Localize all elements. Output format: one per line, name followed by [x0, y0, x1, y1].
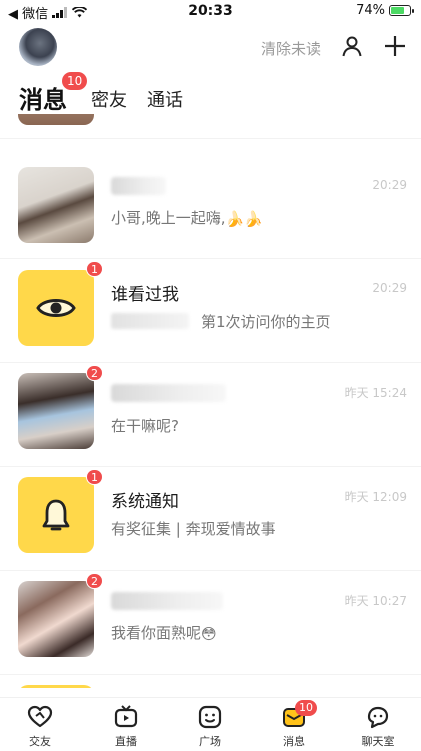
- conversation-list[interactable]: 小哥,晚上一起嗨,🍌🍌 20:29 1 谁看过我 第1次访问你的主页 20:29…: [0, 114, 421, 688]
- unread-badge: 2: [86, 573, 103, 589]
- tab-friends[interactable]: 密友: [91, 86, 127, 112]
- flushed-face-emoji: 😳: [201, 624, 217, 643]
- banana-emoji: 🍌🍌: [225, 209, 263, 228]
- clear-unread-button[interactable]: 清除未读: [261, 38, 321, 59]
- message-preview: 在干嘛呢?: [111, 417, 179, 435]
- status-bar: ◀ 微信 20:33 74%: [0, 0, 421, 22]
- tab-messages[interactable]: 消息: [19, 80, 67, 115]
- contact-avatar: [18, 581, 94, 657]
- nav-messages[interactable]: 10 消息: [264, 700, 324, 749]
- contact-name: 系统通知: [111, 492, 179, 512]
- tab-calls[interactable]: 通话: [147, 86, 183, 112]
- next-item-tile: [18, 685, 94, 688]
- tv-icon: [114, 705, 138, 728]
- nav-messages-badge: 10: [295, 700, 317, 716]
- contact-avatar: [18, 373, 94, 449]
- message-preview: 有奖征集 | 奔现爱情故事: [111, 520, 276, 538]
- list-item[interactable]: [0, 675, 421, 688]
- nav-live[interactable]: 直播: [96, 704, 156, 749]
- list-item[interactable]: 1 系统通知 有奖征集 | 奔现爱情故事 昨天 12:09: [0, 467, 421, 571]
- contact-avatar: [18, 114, 94, 125]
- tab-bar: 消息 10 密友 通话: [0, 72, 421, 114]
- battery-percent: 74%: [356, 3, 385, 18]
- list-item[interactable]: 2 我看你面熟呢😳 昨天 10:27: [0, 571, 421, 675]
- system-notice-tile: [18, 477, 94, 553]
- unread-badge: 2: [86, 365, 103, 381]
- status-bar-right: 74%: [356, 3, 414, 18]
- bell-icon: [42, 499, 70, 531]
- message-time: 20:29: [372, 281, 407, 295]
- nav-label: 直播: [115, 735, 137, 748]
- person-icon[interactable]: [340, 34, 364, 58]
- message-time: 昨天 15:24: [344, 386, 407, 400]
- header: 清除未读: [0, 22, 421, 72]
- message-time: 昨天 10:27: [344, 594, 407, 608]
- contact-name-redacted: [111, 177, 166, 195]
- nav-label: 聊天室: [361, 735, 395, 748]
- messages-unread-badge: 10: [62, 72, 88, 90]
- nav-label: 交友: [29, 735, 51, 748]
- my-avatar[interactable]: [19, 28, 57, 66]
- message-time: 20:29: [372, 178, 407, 192]
- unread-badge: 1: [86, 469, 103, 485]
- list-item[interactable]: 2 在干嘛呢? 昨天 15:24: [0, 363, 421, 467]
- message-preview: 小哥,晚上一起嗨,🍌🍌: [111, 209, 263, 228]
- bottom-nav: 交友 直播 广场 10 消息 聊天室: [0, 697, 421, 751]
- list-item[interactable]: 小哥,晚上一起嗨,🍌🍌 20:29: [0, 155, 421, 259]
- message-time: 昨天 12:09: [344, 490, 407, 504]
- list-item[interactable]: [0, 114, 421, 139]
- contact-name-redacted: [111, 384, 226, 402]
- chat-bubbles-icon: [367, 706, 389, 729]
- smiley-icon: [198, 705, 222, 729]
- message-preview: 第1次访问你的主页: [201, 313, 331, 331]
- contact-name-redacted: [111, 592, 223, 610]
- nav-label: 消息: [283, 735, 305, 748]
- battery-level: [391, 7, 404, 14]
- nav-label: 广场: [199, 735, 221, 748]
- visitor-name-redacted: [111, 313, 189, 329]
- contact-avatar: [18, 167, 94, 243]
- plus-icon[interactable]: [383, 34, 407, 58]
- nav-chat-room[interactable]: 聊天室: [348, 704, 408, 749]
- nav-square[interactable]: 广场: [180, 704, 240, 749]
- message-preview: 我看你面熟呢😳: [111, 624, 217, 643]
- unread-badge: 1: [86, 261, 103, 277]
- nav-make-friends[interactable]: 交友: [10, 704, 70, 749]
- battery-icon: [389, 5, 414, 16]
- contact-name: 谁看过我: [111, 285, 179, 305]
- list-item[interactable]: 1 谁看过我 第1次访问你的主页 20:29: [0, 259, 421, 363]
- eye-icon: [36, 299, 76, 317]
- heart-icon: [27, 705, 53, 728]
- who-viewed-me-tile: [18, 270, 94, 346]
